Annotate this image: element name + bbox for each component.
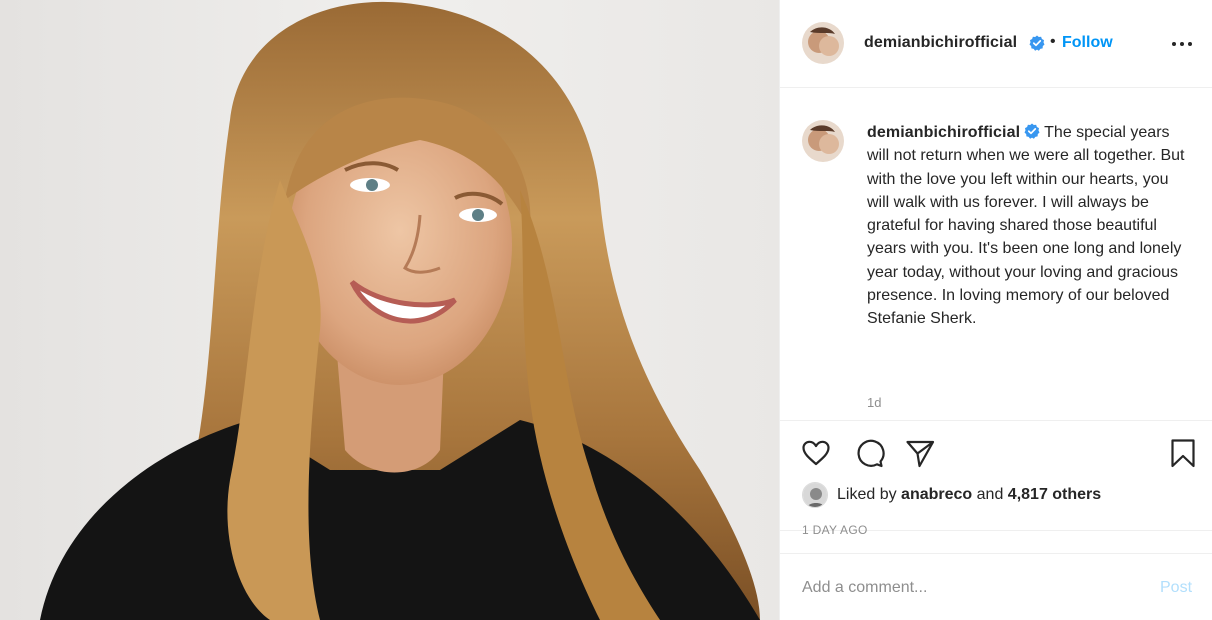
liker-username[interactable]: anabreco [901, 486, 972, 503]
comment-input[interactable] [802, 576, 1142, 600]
likes-prefix: Liked by [837, 486, 897, 503]
caption-text-block: demianbichirofficial The special years wi… [867, 121, 1189, 331]
heart-icon[interactable] [800, 437, 832, 469]
post-details-panel: demianbichirofficial • Follow demianbich… [779, 0, 1212, 620]
caption-author-avatar[interactable] [802, 120, 844, 162]
caption-username[interactable]: demianbichirofficial [867, 124, 1020, 141]
likes-others-link[interactable]: 4,817 others [1008, 486, 1101, 503]
author-username[interactable]: demianbichirofficial [864, 34, 1017, 52]
comment-icon[interactable] [853, 437, 885, 469]
add-comment-section: Post [780, 553, 1212, 620]
follow-button[interactable]: Follow [1062, 34, 1113, 52]
portrait-photo [0, 0, 779, 620]
caption-body: The special years will not return when w… [867, 124, 1185, 328]
actions-section: Liked by anabreco and 4,817 others 1 DAY… [780, 421, 1212, 537]
liker-avatar[interactable] [802, 482, 828, 508]
likes-text: Liked by anabreco and 4,817 others [837, 486, 1101, 504]
caption-section: demianbichirofficial The special years wi… [780, 89, 1212, 421]
post-timestamp[interactable]: 1 DAY AGO [802, 523, 868, 537]
caption-age: 1d [867, 395, 882, 410]
post-photo[interactable] [0, 0, 779, 620]
verified-badge-icon [1024, 123, 1040, 139]
post-comment-button[interactable]: Post [1160, 579, 1192, 597]
bookmark-icon[interactable] [1167, 437, 1199, 469]
verified-badge-icon [1029, 35, 1045, 51]
separator-dot: • [1050, 33, 1056, 50]
more-options-icon[interactable] [1170, 32, 1198, 56]
share-icon[interactable] [904, 437, 936, 469]
post-header: demianbichirofficial • Follow [780, 0, 1212, 88]
author-avatar[interactable] [802, 22, 844, 64]
likes-conjunction: and [976, 486, 1004, 503]
